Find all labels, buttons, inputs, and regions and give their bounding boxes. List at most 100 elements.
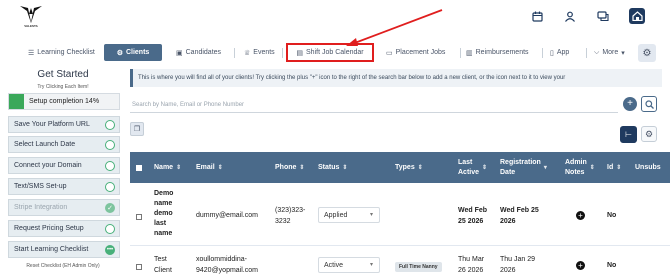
client-email: dummy@email.com — [196, 212, 258, 219]
status-circle-icon — [105, 161, 115, 171]
header-label: Notes — [565, 168, 585, 176]
header-registration-date[interactable]: Registration Date ▾ — [500, 152, 547, 183]
tab-shift-job-calendar[interactable]: ▤ Shift Job Calendar — [286, 43, 374, 62]
users-icon[interactable] — [563, 9, 577, 23]
tab-app[interactable]: ▯ App — [550, 44, 574, 61]
status-select[interactable]: Applied ▾ — [318, 207, 380, 223]
tab-label: Events — [253, 49, 275, 56]
tab-events[interactable]: ♕ Events — [244, 44, 276, 61]
search-button[interactable] — [641, 96, 657, 112]
add-client-button[interactable]: + — [623, 97, 637, 111]
search-input[interactable]: Search by Name, Email or Phone Number — [130, 97, 618, 113]
tab-label: Reimbursements — [475, 49, 529, 56]
brand-logo[interactable]: VALESTA — [18, 4, 44, 32]
registration-date: Wed Feb 25 2026 — [500, 207, 539, 225]
tab-label: More — [602, 49, 619, 56]
select-all-checkbox[interactable] — [136, 152, 142, 183]
tab-divider — [234, 48, 235, 58]
tab-candidates[interactable]: ▣ Candidates — [176, 44, 228, 61]
sort-icon: ⇕ — [176, 165, 182, 171]
client-email: xoullommiddina- 9420@yopmail.com — [196, 256, 258, 274]
gear-icon: ⚙ — [642, 47, 652, 59]
header-label: Phone — [275, 164, 297, 171]
header-admin-notes[interactable]: Admin Notes ⇕ — [565, 152, 595, 183]
header-phone[interactable]: Phone ⇕ — [275, 152, 304, 183]
list-icon: ☰ — [28, 49, 35, 57]
sort-icon: ⇕ — [589, 164, 595, 171]
table-row[interactable]: Test Client xoullommiddina- 9420@yopmail… — [130, 247, 670, 276]
add-note-icon[interactable]: + — [576, 261, 585, 270]
header-unsubscribed[interactable]: Unsubs — [635, 152, 661, 183]
header-status[interactable]: Status ⇕ — [318, 152, 347, 183]
tab-placement-jobs[interactable]: ▭ Placement Jobs — [386, 44, 445, 61]
status-value: Active — [324, 261, 344, 269]
header-email[interactable]: Email ⇕ — [196, 152, 223, 183]
add-note-icon[interactable]: + — [576, 211, 585, 220]
progress-fill — [9, 94, 25, 109]
checklist-label: Stripe Integration — [14, 204, 68, 211]
sort-icon: ⇕ — [482, 164, 488, 171]
gear-icon: ⚙ — [644, 128, 654, 139]
tab-clients[interactable]: ⚙ Clients — [104, 44, 162, 61]
hierarchy-view-button[interactable]: ⊢ — [620, 126, 637, 143]
tab-label: Learning Checklist — [37, 49, 95, 56]
settings-button[interactable]: ⚙ — [638, 44, 656, 62]
header-label: Types — [395, 164, 415, 171]
checklist-item-launch-date[interactable]: Select Launch Date — [8, 136, 120, 153]
tab-learning-checklist[interactable]: ☰ Learning Checklist — [28, 44, 104, 61]
checklist-item-pricing[interactable]: Request Pricing Setup — [8, 220, 120, 237]
sidebar-subtitle: Try Clicking Each Item! — [37, 84, 89, 90]
client-name[interactable]: Demo name demo last name — [154, 189, 173, 239]
type-badge: Full Time Nanny — [395, 262, 442, 272]
header-label: Last — [458, 158, 473, 166]
status-select[interactable]: Active ▾ — [318, 257, 380, 273]
hierarchy-icon: ⊢ — [625, 130, 632, 139]
check-icon: ✓ — [105, 203, 115, 213]
checklist-label: Connect your Domain — [14, 162, 82, 169]
checklist-item-platform-url[interactable]: Save Your Platform URL — [8, 116, 120, 133]
tab-reimbursements[interactable]: ▥ Reimbursements — [466, 44, 530, 61]
calendar-icon[interactable] — [530, 9, 544, 23]
chat-icon[interactable] — [596, 9, 610, 23]
gear-icon: ⚙ — [116, 49, 123, 57]
checklist-item-stripe[interactable]: Stripe Integration ✓ — [8, 199, 120, 216]
status-value: Applied — [324, 211, 348, 219]
row-checkbox[interactable] — [136, 264, 142, 270]
sort-desc-icon: ▾ — [543, 164, 547, 171]
last-active: Wed Feb 25 2026 — [458, 207, 488, 225]
tab-label: App — [556, 49, 570, 56]
table-row[interactable]: Demo name demo last name dummy@email.com… — [130, 183, 670, 246]
tab-divider — [542, 48, 543, 58]
header-label: Registration — [500, 158, 541, 166]
home-icon[interactable] — [629, 8, 645, 24]
checklist-item-learning[interactable]: Start Learning Checklist ••• — [8, 241, 120, 258]
reset-checklist-link[interactable]: Reset Checklist (EH Admin Only) — [6, 263, 120, 269]
receipt-icon: ▥ — [466, 49, 473, 57]
tab-label: Clients — [125, 49, 150, 56]
header-name[interactable]: Name ⇕ — [154, 152, 181, 183]
dropdown-icon: ⌵ — [594, 48, 600, 56]
checklist-item-sms[interactable]: Text/SMS Set-up — [8, 178, 120, 195]
last-active: Thu Mar 26 2026 — [458, 256, 485, 274]
copy-button[interactable]: ❐ — [130, 122, 144, 136]
header-types[interactable]: Types ⇕ — [395, 152, 423, 183]
tab-divider — [282, 48, 283, 58]
sort-icon: ⇕ — [299, 165, 305, 171]
header-label: Name — [154, 164, 174, 171]
mobile-icon: ▯ — [550, 49, 554, 57]
checklist-label: Request Pricing Setup — [14, 225, 84, 232]
client-name[interactable]: Test Client — [154, 254, 172, 276]
row-checkbox[interactable] — [136, 214, 142, 220]
status-circle-icon — [105, 224, 115, 234]
header-label: Email — [196, 164, 215, 171]
header-last-active[interactable]: Last Active ⇕ — [458, 152, 487, 183]
sort-icon: ⇕ — [417, 165, 423, 171]
table-settings-button[interactable]: ⚙ — [641, 126, 657, 142]
checklist-item-domain[interactable]: Connect your Domain — [8, 157, 120, 174]
logo-mark — [20, 6, 42, 23]
plus-icon: + — [627, 98, 633, 109]
header-id[interactable]: Id ⇕ — [607, 152, 621, 183]
main-nav: ☰ Learning Checklist ⚙ Clients ▣ Candida… — [0, 43, 670, 62]
copy-icon: ❐ — [133, 126, 141, 133]
tab-more[interactable]: ⌵ More ▾ — [594, 44, 632, 61]
